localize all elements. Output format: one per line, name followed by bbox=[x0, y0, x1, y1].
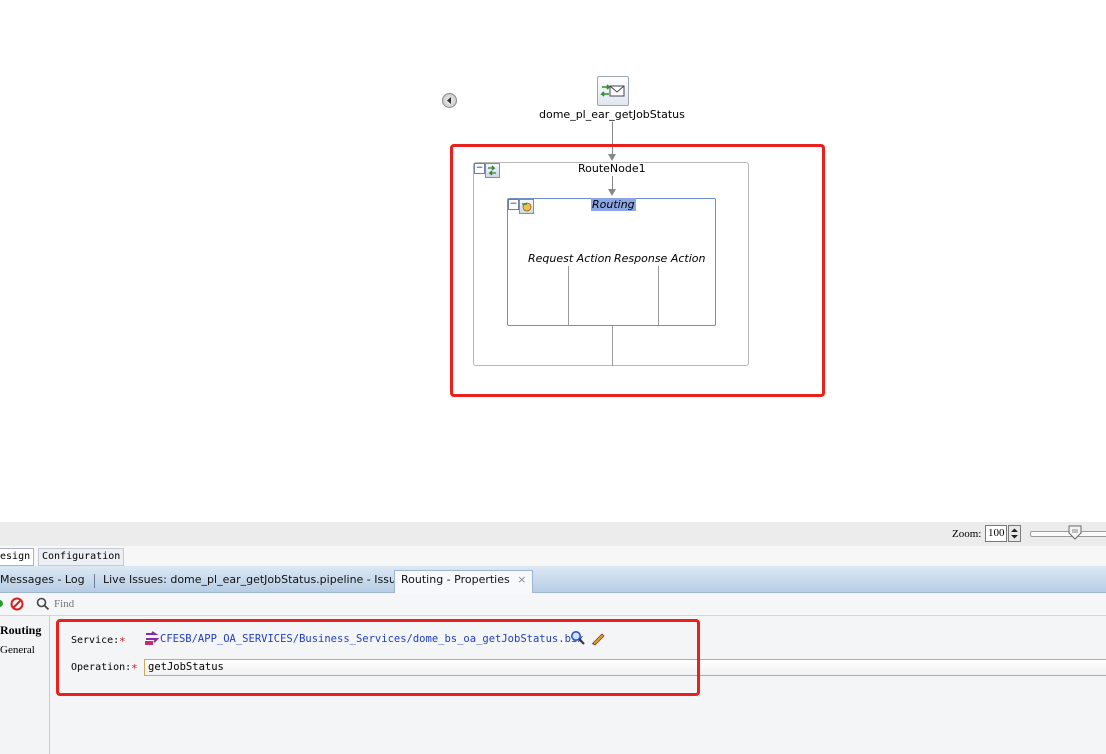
pipeline-canvas[interactable]: dome_pl_ear_getJobStatus − RouteNode1 − … bbox=[0, 0, 1106, 522]
close-icon[interactable]: × bbox=[517, 573, 526, 586]
stop-icon[interactable] bbox=[10, 597, 24, 611]
tab-separator bbox=[94, 574, 95, 588]
zoom-spinner[interactable] bbox=[1008, 525, 1021, 542]
back-arrow-icon[interactable] bbox=[442, 93, 457, 108]
run-icon[interactable] bbox=[0, 600, 3, 607]
proxy-service-label[interactable]: dome_pl_ear_getJobStatus bbox=[539, 108, 685, 121]
find-input[interactable] bbox=[54, 596, 354, 612]
tab-messages-log[interactable]: Messages - Log bbox=[0, 571, 85, 591]
highlight-frame-route-node bbox=[450, 144, 825, 397]
property-sections-nav: Routing General bbox=[0, 616, 50, 754]
zoom-slider-thumb-icon[interactable] bbox=[1067, 524, 1083, 540]
zoom-label: Zoom: bbox=[952, 528, 982, 540]
tab-configuration[interactable]: Configuration bbox=[38, 548, 125, 566]
zoom-toolbar: Zoom: 100 bbox=[0, 522, 1106, 546]
spinner-up-icon[interactable] bbox=[1011, 528, 1018, 533]
tab-routing-properties-label: Routing - Properties bbox=[401, 573, 510, 586]
tab-design[interactable]: Design bbox=[0, 548, 35, 566]
find-toolbar bbox=[0, 593, 1106, 616]
view-tabs-bar: Design Configuration bbox=[0, 546, 1106, 567]
panel-tabs-bar: Messages - Log Live Issues: dome_pl_ear_… bbox=[0, 566, 1106, 593]
tab-live-issues[interactable]: Live Issues: dome_pl_ear_getJobStatus.pi… bbox=[103, 571, 408, 591]
nav-item-general[interactable]: General bbox=[0, 644, 35, 656]
zoom-input[interactable]: 100 bbox=[985, 525, 1007, 542]
zoom-value: 100 bbox=[988, 527, 1005, 539]
tab-routing-properties[interactable]: Routing - Properties × bbox=[394, 570, 534, 593]
nav-item-routing[interactable]: Routing bbox=[0, 623, 41, 638]
search-icon[interactable] bbox=[36, 597, 50, 611]
spinner-down-icon[interactable] bbox=[1011, 535, 1018, 539]
proxy-service-icon[interactable] bbox=[597, 76, 629, 106]
highlight-frame-properties bbox=[56, 619, 700, 696]
